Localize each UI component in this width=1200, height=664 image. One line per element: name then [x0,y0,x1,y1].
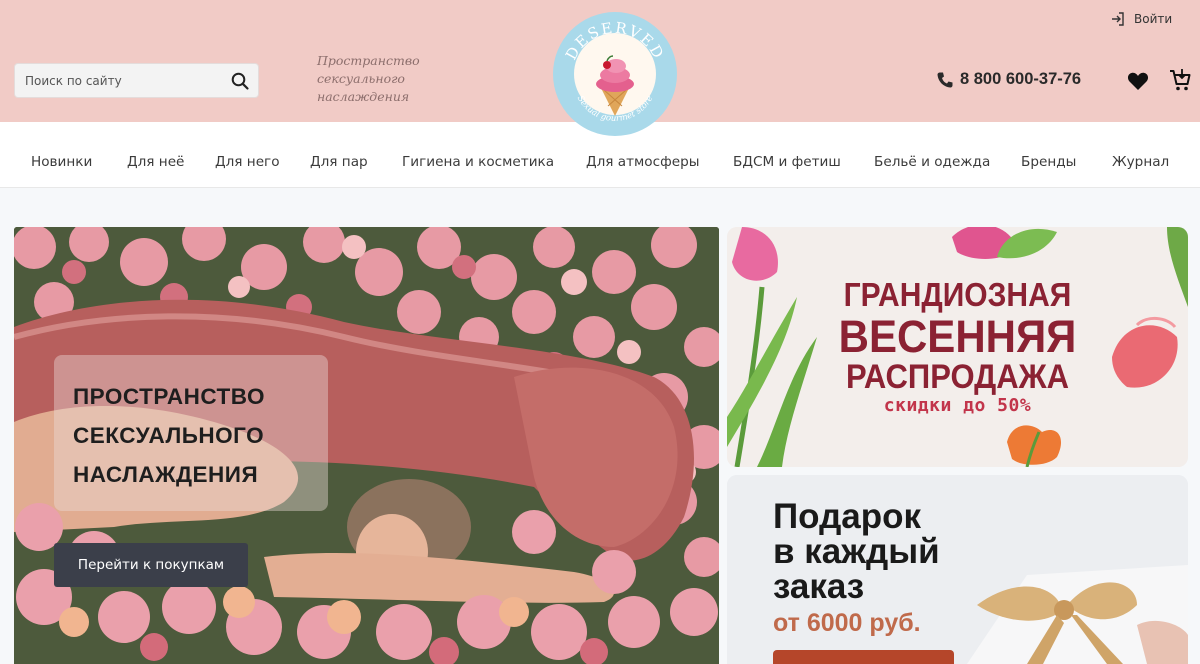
spring-sale-banner[interactable]: ГРАНДИОЗНАЯ ВЕСЕННЯЯ РАСПРОДАЖА скидки д… [727,227,1188,467]
sale-line-1: ГРАНДИОЗНАЯ [843,276,1072,314]
login-button[interactable]: Войти [1110,9,1172,29]
sale-discount: скидки до 50% [883,395,1032,416]
nav-item-brands[interactable]: Бренды [1021,154,1076,170]
gift-title-line: заказ [773,567,865,606]
nav-item-journal[interactable]: Журнал [1112,154,1169,170]
phone-link[interactable]: 8 800 600-37-76 [936,70,1081,89]
site-header: Пространство сексуального наслаждения DE… [0,0,1200,136]
nav-item-hygiene[interactable]: Гигиена и косметика [402,154,554,170]
login-label: Войти [1134,12,1173,26]
hero-title-line: ПРОСТРАНСТВО [73,384,265,409]
nav-item-for-him[interactable]: Для него [215,154,280,170]
cart-icon[interactable] [1169,68,1191,92]
search-input[interactable] [15,64,225,97]
hero-title-line: НАСЛАЖДЕНИЯ [73,462,259,487]
hero-title: ПРОСТРАНСТВО СЕКСУАЛЬНОГО НАСЛАЖДЕНИЯ [73,377,323,494]
gift-title-line: Подарок [773,497,922,536]
gift-cta-button[interactable] [773,650,954,664]
phone-number: 8 800 600-37-76 [960,70,1082,88]
nav-item-for-her[interactable]: Для неё [127,154,184,170]
login-icon [1112,12,1124,26]
nav-item-lingerie[interactable]: Бельё и одежда [874,154,990,170]
heart-icon[interactable] [1127,71,1149,91]
shop-now-button[interactable]: Перейти к покупкам [54,543,248,587]
gift-promo-banner[interactable]: Подарок в каждый заказ от 6000 руб. [727,475,1188,664]
search-box[interactable] [14,63,259,98]
tagline-line: сексуального [317,71,405,86]
sale-line-2: ВЕСЕННЯЯ [838,311,1077,362]
gift-title-line: в каждый [773,532,940,571]
gift-threshold: от 6000 руб. [773,609,921,637]
hero-title-line: СЕКСУАЛЬНОГО [73,423,265,448]
deserved-logo[interactable]: DESERVED Sexual gourmet store [550,10,680,137]
phone-icon [937,72,953,87]
search-icon[interactable] [230,71,250,91]
nav-item-for-couples[interactable]: Для пар [310,154,368,170]
tagline-line: наслаждения [317,89,410,104]
nav-item-bdsm[interactable]: БДСМ и фетиш [733,154,841,170]
hero-banner[interactable]: ПРОСТРАНСТВО СЕКСУАЛЬНОГО НАСЛАЖДЕНИЯ Пе… [14,227,719,664]
sale-line-3: РАСПРОДАЖА [845,357,1070,396]
header-tagline: Пространство сексуального наслаждения [317,52,437,106]
nav-item-new[interactable]: Новинки [31,154,92,170]
tagline-line: Пространство [317,53,420,68]
nav-item-atmosphere[interactable]: Для атмосферы [586,154,699,170]
gift-title: Подарок в каждый заказ [773,499,940,604]
